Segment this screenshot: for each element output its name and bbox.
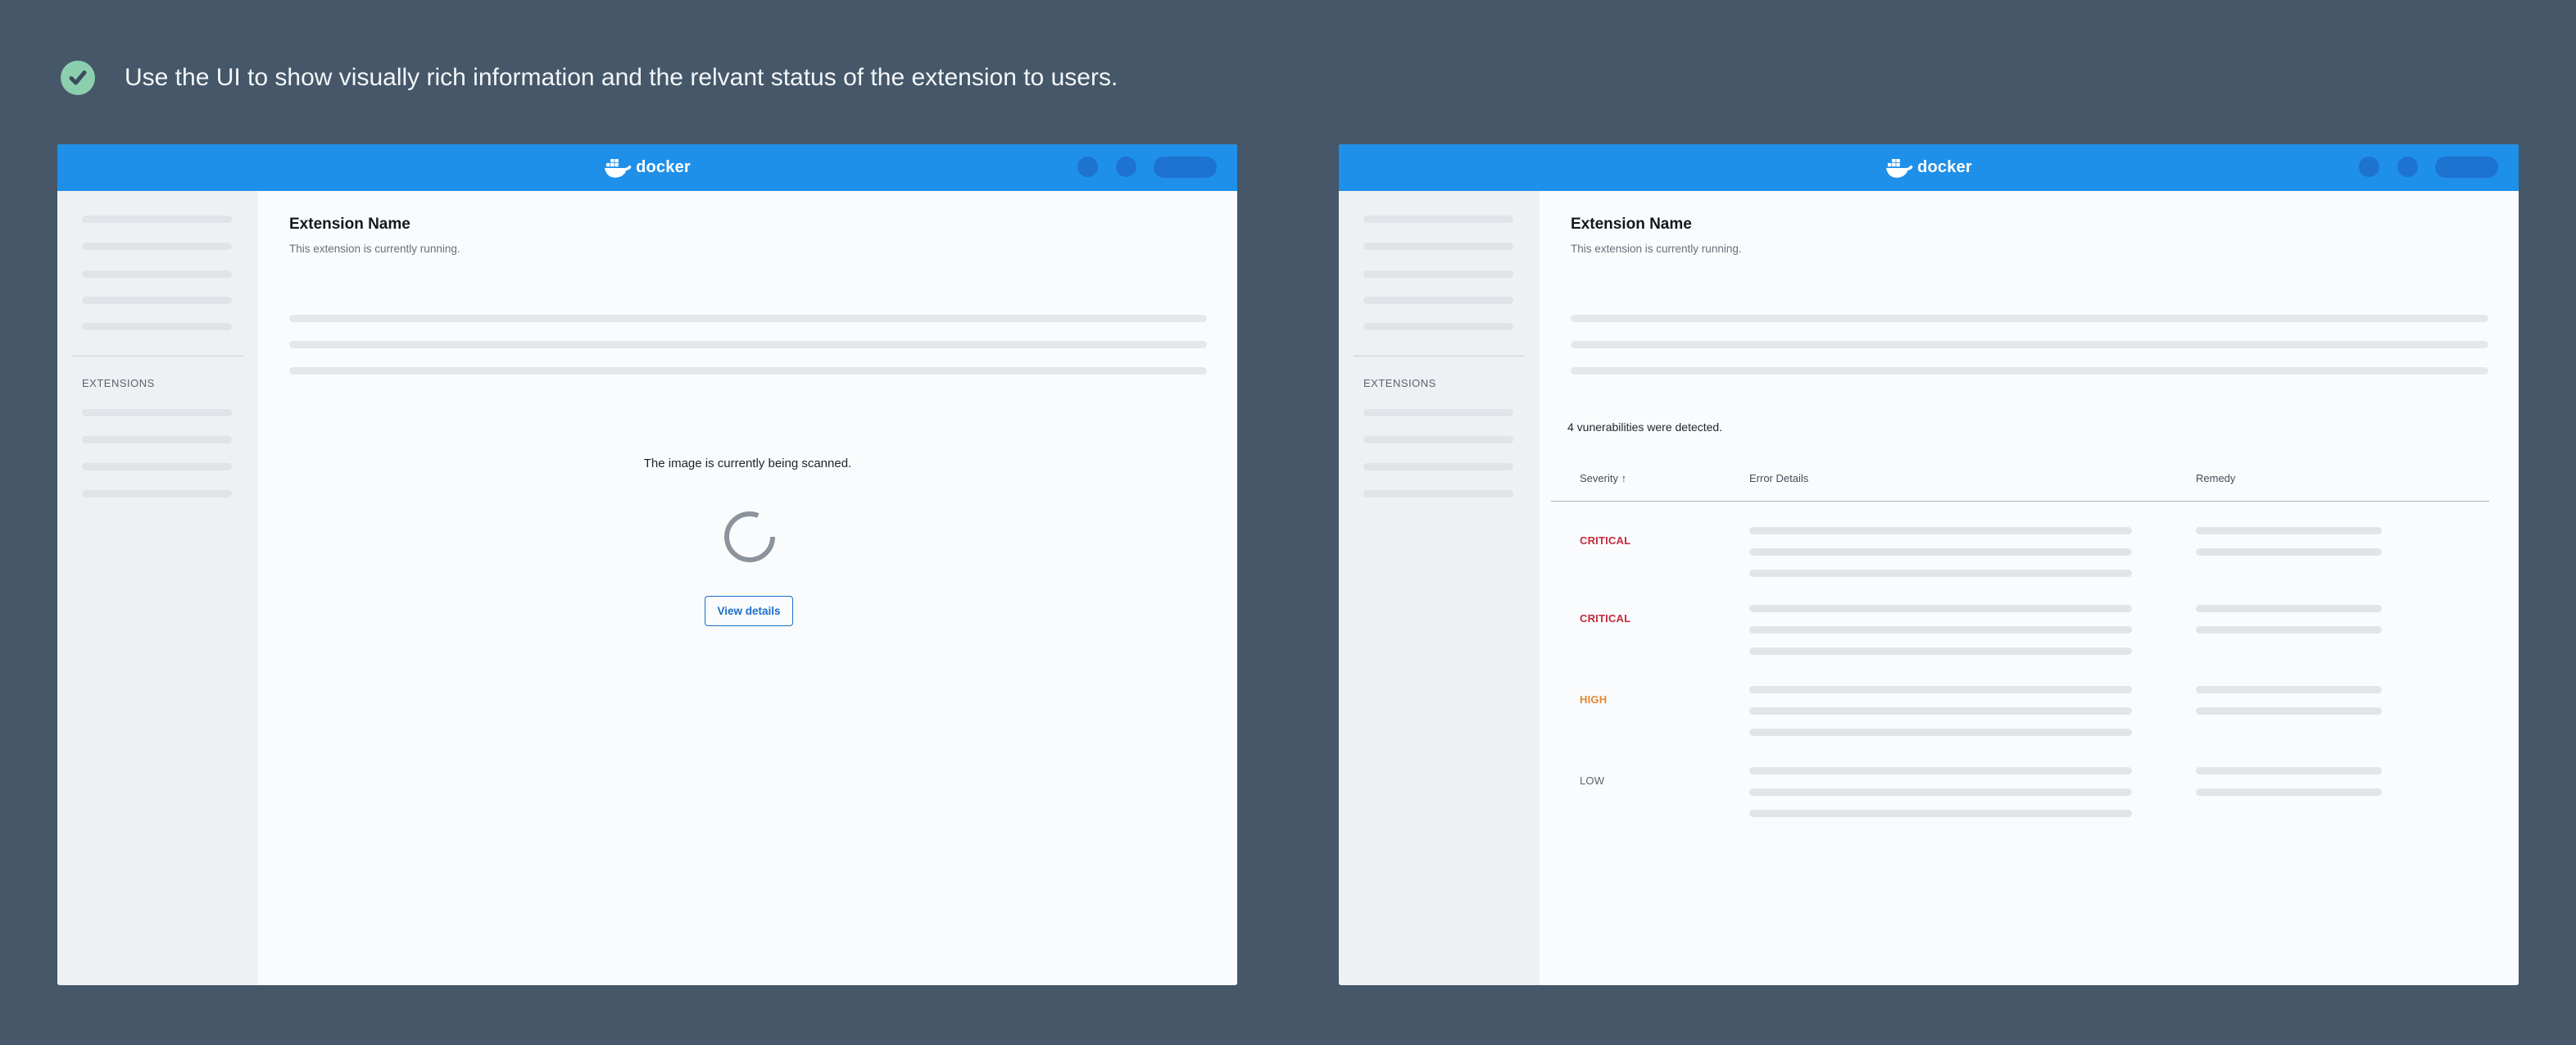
error-detail-skeleton [1749,570,2132,577]
extensions-section-label: EXTENSIONS [82,377,155,389]
docker-logo: docker [57,144,1237,191]
sidebar-divider [72,356,243,357]
severity-badge: LOW [1580,775,1604,787]
docker-whale-icon [1885,157,1913,179]
sidebar-skeleton-item [1363,243,1513,250]
sidebar-skeleton-item [1363,436,1513,443]
table-header-severity[interactable]: Severity ↑ [1580,472,1626,484]
remedy-skeleton [2196,788,2382,796]
sidebar-skeleton-item [82,216,232,223]
remedy-skeleton [2196,707,2382,715]
content-skeleton-line [1571,315,2488,322]
docker-whale-icon [604,157,632,179]
extensions-section-label: EXTENSIONS [1363,377,1436,389]
content-skeleton-line [1571,367,2488,375]
content-skeleton-line [289,315,1207,322]
error-detail-skeleton [1749,527,2132,534]
docker-logo-text: docker [636,158,691,177]
content-skeleton-line [1571,341,2488,348]
remedy-skeleton [2196,527,2382,534]
error-detail-skeleton [1749,548,2132,556]
docker-logo-text: docker [1917,158,1972,177]
vulnerability-summary: 4 vunerabilities were detected. [1567,420,1722,434]
sidebar-skeleton-item [82,297,232,304]
error-detail-skeleton [1749,647,2132,655]
sidebar-divider [1354,356,1525,357]
sidebar-skeleton-item [82,436,232,443]
content-skeleton-line [289,341,1207,348]
header-control-dot[interactable] [1116,157,1136,177]
remedy-skeleton [2196,767,2382,775]
header-control-dot[interactable] [2359,157,2379,177]
error-detail-skeleton [1749,729,2132,736]
error-detail-skeleton [1749,605,2132,612]
sidebar-skeleton-item [82,490,232,498]
sidebar-skeleton-item [82,243,232,250]
extension-status-subtitle: This extension is currently running. [289,243,460,255]
guideline-text: Use the UI to show visually rich informa… [125,61,1118,95]
content-skeleton-line [289,367,1207,375]
app-header: docker [57,144,1237,191]
error-detail-skeleton [1749,686,2132,693]
remedy-skeleton [2196,605,2382,612]
table-header-remedy: Remedy [2196,472,2235,484]
sidebar-skeleton-item [1363,216,1513,223]
sidebar-skeleton-item [1363,463,1513,470]
vulnerability-row: HIGH [1540,686,2490,745]
error-detail-skeleton [1749,788,2132,796]
table-header-error-details: Error Details [1749,472,1808,484]
sidebar-skeleton-item [1363,270,1513,278]
vulnerability-row: CRITICAL [1540,527,2490,586]
severity-badge: CRITICAL [1580,612,1630,625]
main-content: Extension Name This extension is current… [1540,191,2519,985]
app-header: docker [1339,144,2519,191]
sidebar-skeleton-item [1363,490,1513,498]
scan-status-message: The image is currently being scanned. [258,457,1237,470]
sidebar-skeleton-item [82,463,232,470]
main-content: Extension Name This extension is current… [258,191,1237,985]
header-pill-button[interactable] [1154,157,1217,178]
error-detail-skeleton [1749,707,2132,715]
sidebar-skeleton-item [1363,297,1513,304]
guideline-banner: Use the UI to show visually rich informa… [61,61,1118,95]
sidebar: EXTENSIONS [1339,191,1540,985]
vulnerability-row: LOW [1540,767,2490,826]
remedy-skeleton [2196,548,2382,556]
remedy-skeleton [2196,626,2382,634]
check-circle-icon [61,61,95,95]
vulnerability-row: CRITICAL [1540,605,2490,664]
error-detail-skeleton [1749,767,2132,775]
sidebar-skeleton-item [82,409,232,416]
docker-logo: docker [1339,144,2519,191]
checkmark-glyph [67,67,88,89]
table-header-divider [1551,501,2489,502]
docker-desktop-mockup-scanning: docker EXTENSIONS Extension Name This ex… [57,144,1237,985]
sidebar-skeleton-item [1363,409,1513,416]
header-pill-button[interactable] [2435,157,2498,178]
extension-status-subtitle: This extension is currently running. [1571,243,1742,255]
header-control-dot[interactable] [2397,157,2418,177]
remedy-skeleton [2196,686,2382,693]
header-control-dot[interactable] [1077,157,1098,177]
docker-desktop-mockup-results: docker EXTENSIONS Extension Name This ex… [1339,144,2519,985]
severity-badge: CRITICAL [1580,534,1630,547]
error-detail-skeleton [1749,626,2132,634]
sidebar-skeleton-item [82,270,232,278]
extension-title: Extension Name [289,216,410,234]
sidebar: EXTENSIONS [57,191,258,985]
view-details-button[interactable]: View details [705,596,793,626]
severity-badge: HIGH [1580,693,1607,706]
error-detail-skeleton [1749,810,2132,817]
extension-title: Extension Name [1571,216,1692,234]
sidebar-skeleton-item [82,323,232,330]
loading-spinner-icon [722,509,778,565]
sidebar-skeleton-item [1363,323,1513,330]
